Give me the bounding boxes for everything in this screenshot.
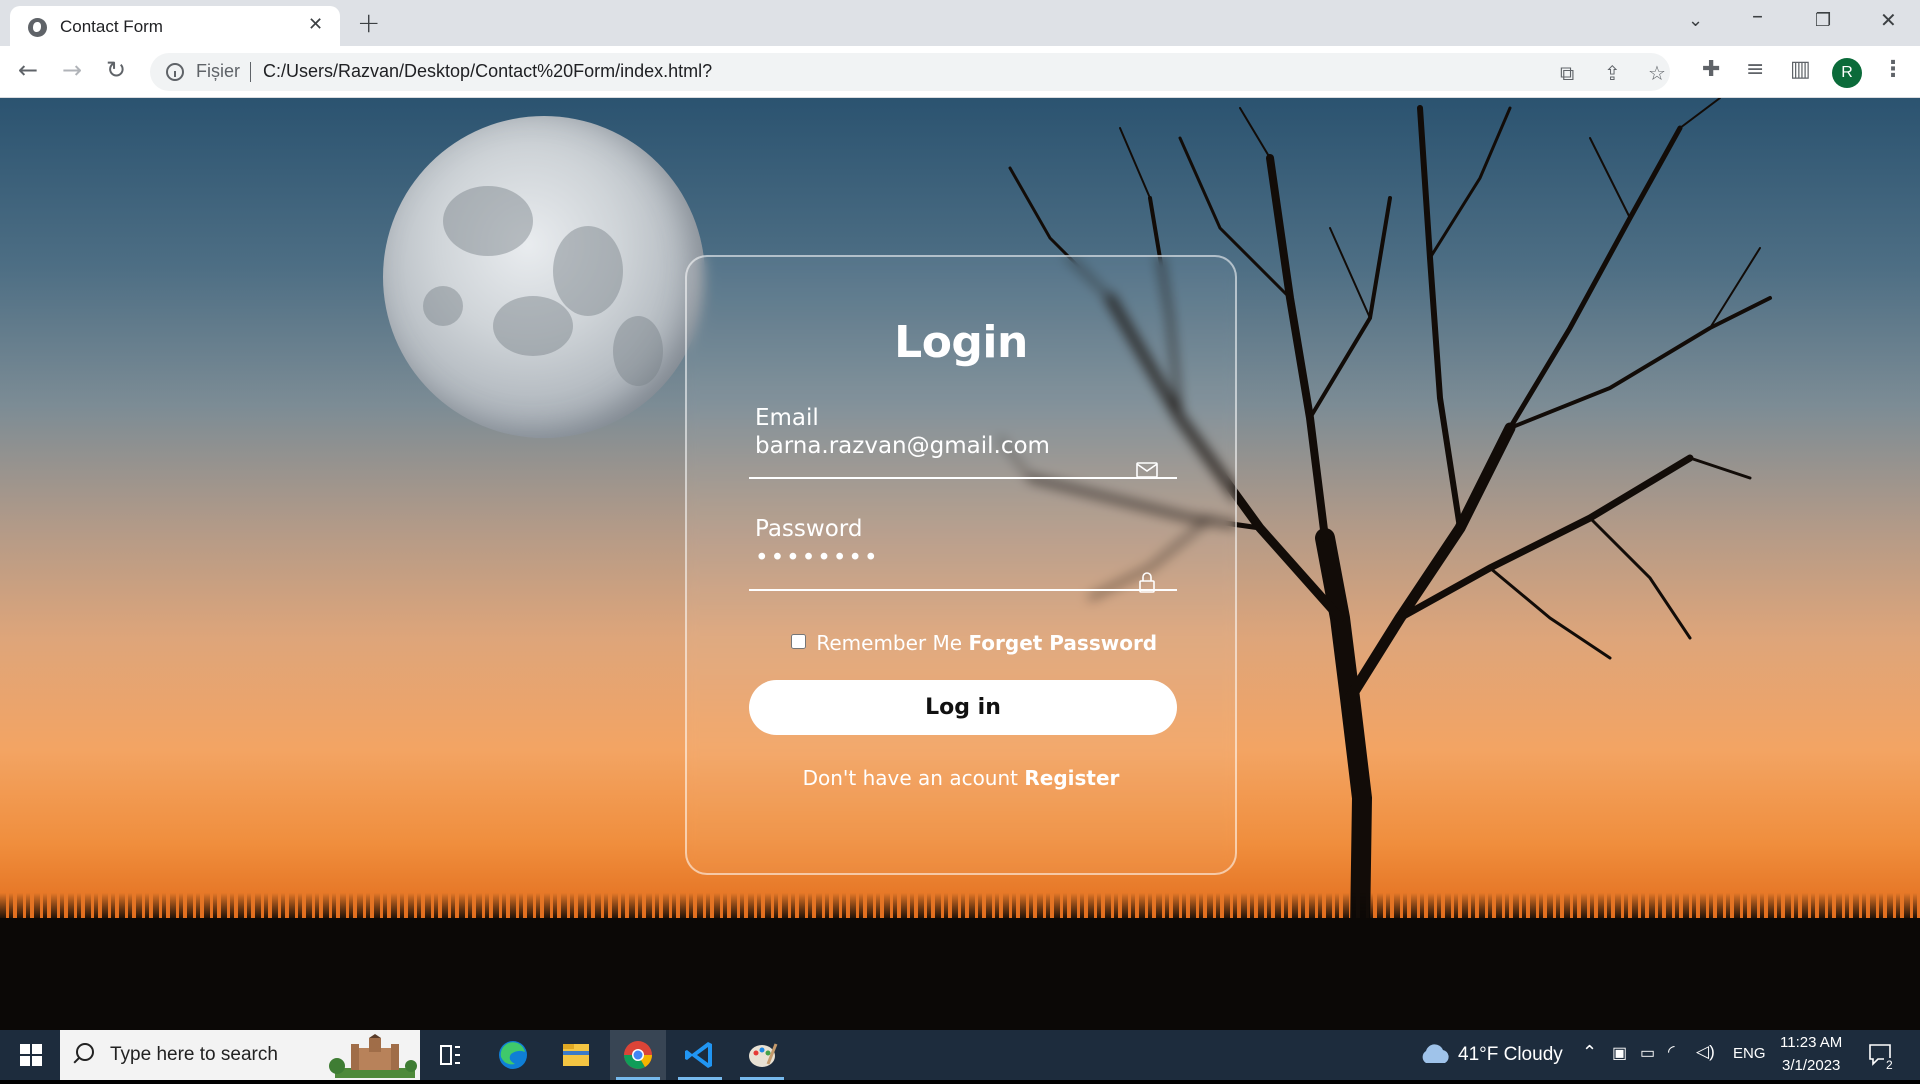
omnibox-divider xyxy=(250,62,251,82)
search-icon xyxy=(76,1043,94,1061)
profile-avatar[interactable]: R xyxy=(1832,58,1862,88)
moon-image xyxy=(383,116,705,438)
wifi-icon[interactable]: ◜ xyxy=(1668,1042,1675,1062)
bookmark-star-icon[interactable]: ☆ xyxy=(1648,61,1666,85)
taskbar-search-box[interactable]: Type here to search xyxy=(60,1030,420,1080)
minimize-icon[interactable]: – xyxy=(1752,4,1763,29)
vscode-icon[interactable] xyxy=(672,1030,728,1080)
remember-label: Remember Me xyxy=(816,631,963,655)
search-highlight-illustration xyxy=(329,1034,417,1078)
forget-password-link[interactable]: Forget Password xyxy=(968,631,1157,655)
register-prompt: Don't have an acount xyxy=(802,766,1019,790)
login-card: Login Email Password Remember Me Forget … xyxy=(685,255,1237,875)
clock-time[interactable]: 11:23 AM xyxy=(1780,1034,1842,1051)
browser-tabstrip: Contact Form ✕ + ⌄ – ❐ ✕ xyxy=(0,0,1920,46)
show-hidden-icons[interactable]: ⌃ xyxy=(1582,1042,1597,1063)
translate-icon[interactable]: ⧉ xyxy=(1560,61,1574,85)
forward-icon[interactable]: → xyxy=(62,56,82,84)
tab-search-icon[interactable]: ⌄ xyxy=(1688,10,1703,31)
restore-icon[interactable]: ❐ xyxy=(1815,10,1831,31)
menu-icon[interactable]: ⋮ xyxy=(1882,57,1904,82)
media-icon[interactable]: ≡ xyxy=(1746,57,1764,82)
cloud-icon xyxy=(1422,1044,1449,1063)
mail-icon xyxy=(1136,462,1158,478)
side-panel-icon[interactable]: ▥ xyxy=(1790,57,1811,82)
login-button[interactable]: Log in xyxy=(749,680,1177,735)
globe-icon xyxy=(28,18,47,37)
browser-tab[interactable]: Contact Form ✕ xyxy=(10,6,340,46)
site-info-label[interactable]: Fișier xyxy=(196,61,240,82)
browser-toolbar: ← → ↻ Fișier C:/Users/Razvan/Desktop/Con… xyxy=(0,46,1920,98)
close-window-icon[interactable]: ✕ xyxy=(1880,8,1897,32)
remember-row: Remember Me Forget Password xyxy=(791,631,1157,655)
ground-silhouette xyxy=(0,918,1920,1030)
info-icon[interactable] xyxy=(166,63,184,81)
login-title: Login xyxy=(894,317,1028,368)
url-text[interactable]: C:/Users/Razvan/Desktop/Contact%20Form/i… xyxy=(263,61,712,82)
share-icon[interactable]: ⇪ xyxy=(1604,61,1621,85)
weather-text[interactable]: 41°F Cloudy xyxy=(1458,1044,1563,1066)
meet-icon[interactable]: ▣ xyxy=(1612,1043,1627,1063)
lock-icon xyxy=(1139,572,1155,593)
extensions-icon[interactable]: ✚ xyxy=(1702,57,1720,82)
new-tab-button[interactable]: + xyxy=(357,6,380,39)
back-icon[interactable]: ← xyxy=(18,56,38,84)
register-row: Don't have an acount Register xyxy=(687,766,1235,790)
language-indicator[interactable]: ENG xyxy=(1733,1045,1766,1062)
address-bar[interactable]: Fișier C:/Users/Razvan/Desktop/Contact%2… xyxy=(150,53,1670,91)
file-explorer-icon[interactable] xyxy=(548,1030,604,1080)
email-field[interactable] xyxy=(749,425,1177,479)
battery-icon[interactable]: ▭ xyxy=(1640,1043,1655,1063)
password-field[interactable] xyxy=(749,537,1177,591)
task-view-icon[interactable] xyxy=(422,1030,478,1080)
clock-date[interactable]: 3/1/2023 xyxy=(1782,1057,1840,1074)
edge-icon[interactable] xyxy=(485,1030,541,1080)
windows-start-icon[interactable] xyxy=(20,1044,42,1066)
remember-checkbox[interactable] xyxy=(791,634,806,649)
paint-icon[interactable] xyxy=(734,1030,790,1080)
chrome-icon[interactable] xyxy=(610,1030,666,1080)
register-link[interactable]: Register xyxy=(1024,766,1119,790)
search-placeholder: Type here to search xyxy=(110,1044,278,1065)
page-viewport: Login Email Password Remember Me Forget … xyxy=(0,98,1920,1030)
taskbar: Type here to search 41°F Cloudy ⌃ ▣ ▭ ◜ … xyxy=(0,1030,1920,1080)
tab-title: Contact Form xyxy=(60,17,163,36)
reload-icon[interactable]: ↻ xyxy=(106,56,126,84)
notification-count: 2 xyxy=(1884,1058,1895,1072)
volume-icon[interactable]: ◁) xyxy=(1696,1042,1715,1062)
tab-close-icon[interactable]: ✕ xyxy=(308,14,323,35)
